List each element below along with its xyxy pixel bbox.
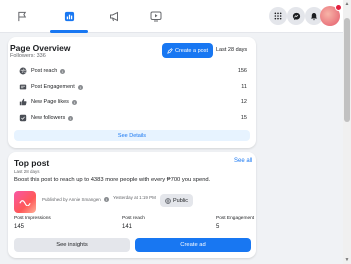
see-details-button[interactable]: See Details: [14, 130, 250, 141]
metric-label: New followers: [31, 115, 66, 121]
globe-icon: [165, 197, 171, 204]
info-icon[interactable]: i: [68, 115, 74, 121]
top-nav-bar: [0, 0, 343, 33]
info-icon[interactable]: i: [71, 99, 77, 105]
metric-new-page-likes: New Page likes i 12: [18, 97, 250, 107]
post-thumbnail[interactable]: [14, 191, 36, 213]
megaphone-icon[interactable]: [104, 6, 126, 26]
stat-post-reach: Post reach 141: [122, 216, 145, 230]
overview-period: Last 28 days: [216, 47, 248, 53]
stat-label: Post reach: [122, 216, 145, 221]
create-post-button[interactable]: Create a post: [162, 43, 213, 58]
metric-value: 11: [241, 84, 247, 90]
published-by-text: Published by Annie Smangen: [42, 197, 101, 202]
metric-value: 15: [240, 115, 247, 121]
published-by: Published by Annie Smangen i: [42, 197, 110, 202]
video-icon[interactable]: [145, 6, 167, 26]
active-tab-indicator: [50, 30, 88, 33]
menu-grid-icon[interactable]: [269, 7, 287, 25]
stat-value: 5: [216, 224, 220, 230]
globe-icon: [18, 67, 27, 76]
insights-icon[interactable]: [58, 6, 80, 26]
stat-value: 145: [14, 224, 25, 230]
stat-post-impressions: Post Impressions 145: [14, 216, 51, 230]
create-post-label: Create a post: [174, 47, 209, 54]
stat-post-engagement: Post Engagement 5: [216, 216, 254, 230]
notification-dot: [335, 4, 342, 11]
top-post-title: Top post: [14, 158, 50, 168]
metric-value: 12: [240, 99, 247, 105]
metric-new-followers: New followers i 15: [18, 113, 250, 123]
wave-logo-icon: [19, 200, 31, 206]
audience-badge[interactable]: Public: [160, 194, 193, 207]
see-all-link[interactable]: See all: [234, 158, 252, 164]
messenger-icon[interactable]: [287, 7, 305, 25]
info-icon[interactable]: i: [77, 84, 83, 90]
metric-post-reach: Post reach i 156: [18, 66, 250, 76]
boost-description: Boost this post to reach up to 4383 more…: [14, 177, 211, 183]
engagement-icon: [18, 83, 27, 92]
scroll-up-arrow-icon[interactable]: ▲: [344, 1, 350, 7]
create-ad-button[interactable]: Create ad: [135, 238, 251, 252]
info-icon[interactable]: i: [60, 68, 66, 74]
followers-count: Followers: 336: [10, 53, 46, 59]
metric-label: Post reach: [31, 68, 58, 74]
top-post-period: Last 28 days: [14, 169, 40, 174]
followers-icon: [18, 114, 27, 123]
stat-label: Post Impressions: [14, 216, 51, 221]
scrollbar[interactable]: ▲ ▼: [343, 0, 351, 264]
stat-label: Post Engagement: [216, 216, 255, 221]
scrollbar-thumb[interactable]: [344, 18, 350, 122]
scroll-down-arrow-icon[interactable]: ▼: [344, 257, 350, 263]
page-overview-title: Page Overview: [10, 43, 71, 53]
thumbs-up-icon: [18, 98, 27, 107]
post-time: Yesterday at 1:19 PM: [113, 195, 156, 200]
metric-label: Post Engagement: [31, 84, 75, 90]
edit-icon: [167, 47, 173, 54]
audience-label: Public: [173, 197, 188, 204]
info-icon[interactable]: i: [104, 197, 110, 202]
metric-post-engagement: Post Engagement i 11: [18, 82, 250, 92]
see-insights-button[interactable]: See insights: [14, 238, 130, 252]
flag-icon[interactable]: [11, 6, 33, 26]
profile-avatar[interactable]: [320, 4, 342, 26]
stat-value: 141: [122, 224, 133, 230]
metric-label: New Page likes: [31, 99, 69, 105]
metric-value: 156: [237, 68, 247, 74]
